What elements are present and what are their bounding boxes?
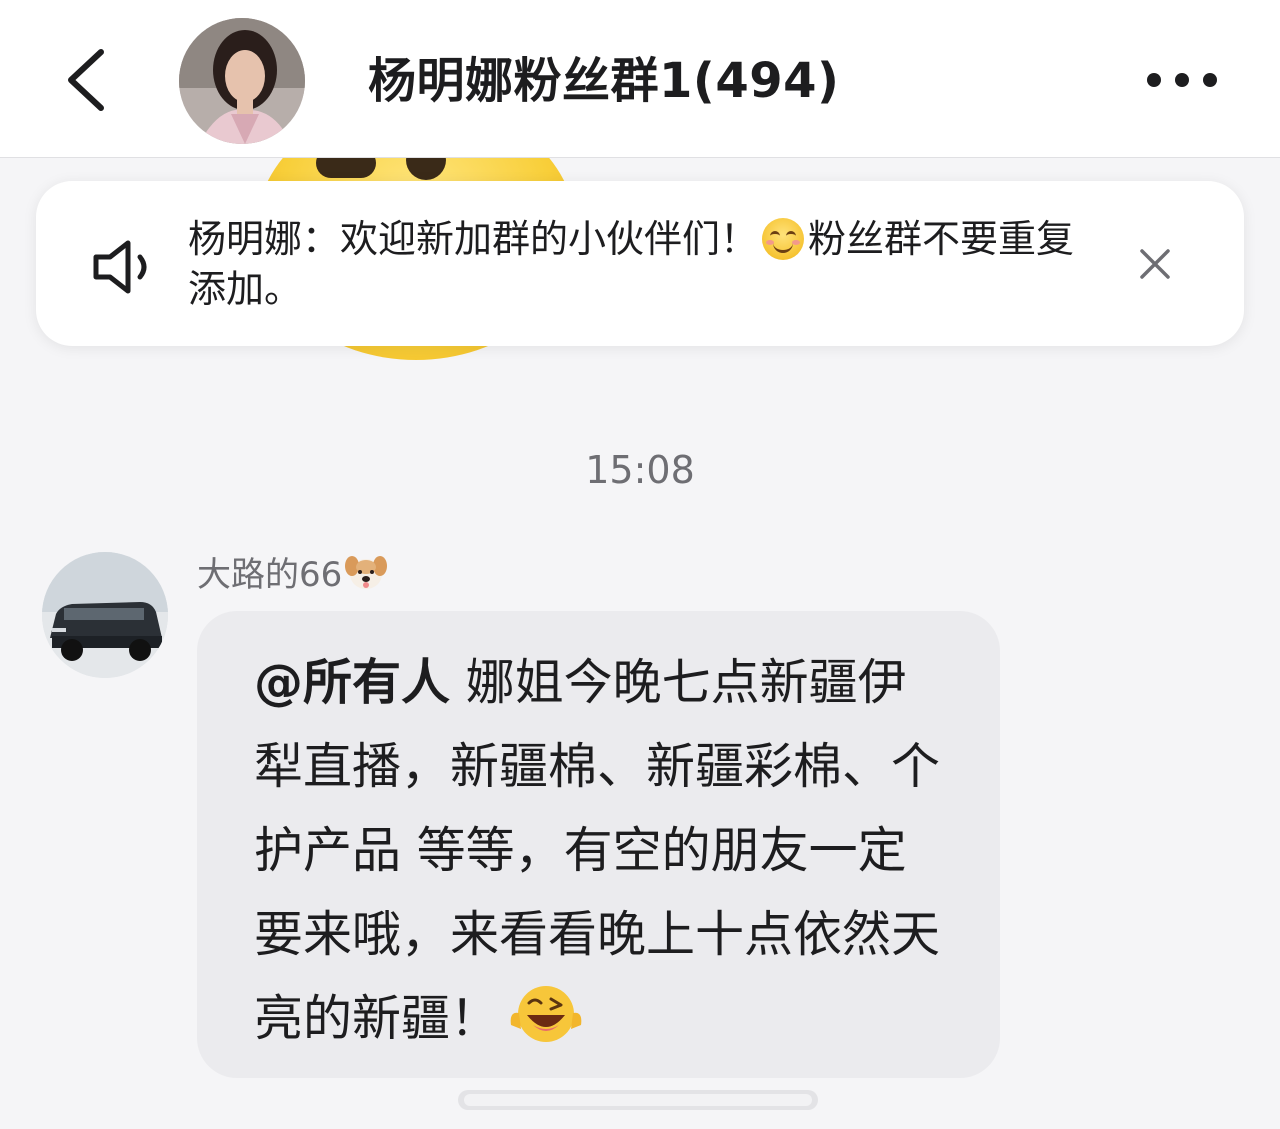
group-notice-text: 杨明娜：欢迎新加群的小伙伴们！ 粉丝群不要重复添加。 xyxy=(188,214,1088,314)
message-body: 娜姐今晚七点新疆伊犁直播，新疆棉、新疆彩棉、个护产品 等等，有空的朋友一定要来哦… xyxy=(254,654,941,1047)
group-avatar[interactable] xyxy=(179,18,305,144)
laughing-winking-face-icon xyxy=(510,986,582,1042)
notice-close-button[interactable] xyxy=(1124,233,1186,295)
speaker-icon xyxy=(93,240,147,294)
message-timestamp: 15:08 xyxy=(585,448,695,492)
back-button[interactable] xyxy=(40,30,130,130)
dog-face-icon xyxy=(345,556,388,589)
message-text: @所有人 娜姐今晚七点新疆伊犁直播，新疆棉、新疆彩棉、个护产品 等等，有空的朋友… xyxy=(254,641,954,1061)
car-avatar-image xyxy=(42,552,168,678)
sender-name: 大路的66 xyxy=(197,552,388,597)
chevron-left-icon xyxy=(68,49,104,111)
chat-header: 杨明娜粉丝群1(494) xyxy=(0,0,1280,158)
close-icon xyxy=(1140,249,1170,279)
mention-all[interactable]: @所有人 xyxy=(254,654,450,711)
ellipsis-icon-dot xyxy=(1175,73,1189,87)
group-title: 杨明娜粉丝群1(494) xyxy=(368,53,840,109)
notice-text-part1: 杨明娜：欢迎新加群的小伙伴们！ xyxy=(188,217,759,261)
smiling-face-icon xyxy=(762,218,805,260)
ellipsis-icon-dot xyxy=(1203,73,1217,87)
sender-name-text: 大路的66 xyxy=(197,555,343,595)
more-options-button[interactable] xyxy=(1132,50,1232,110)
ellipsis-icon-dot xyxy=(1147,73,1161,87)
watermark-graphic xyxy=(458,1090,818,1110)
woman-portrait-image xyxy=(179,18,305,144)
sender-avatar[interactable] xyxy=(42,552,168,678)
